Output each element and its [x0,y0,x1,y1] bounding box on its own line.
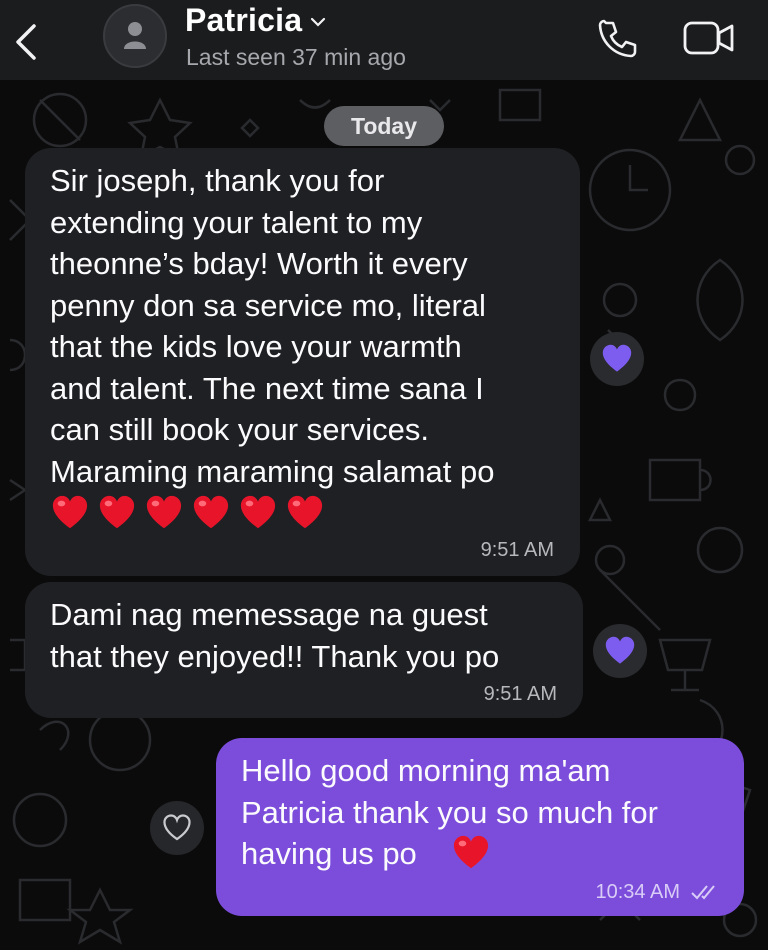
last-seen-status: Last seen 37 min ago [186,44,406,70]
message-reaction[interactable] [590,332,644,386]
message-text: Sir joseph, thank you for extending your… [50,163,495,489]
add-reaction-button[interactable] [150,801,204,855]
heart-emojis [51,494,324,532]
red-heart-icon [193,495,229,529]
double-check-icon [691,885,715,900]
back-arrow-icon[interactable] [10,22,46,62]
chevron-down-icon[interactable] [310,16,326,28]
red-heart-icon [453,835,489,869]
red-heart-icon [52,495,88,529]
contact-name[interactable]: Patricia [185,2,302,39]
outline-heart-icon [163,814,191,841]
contact-avatar[interactable] [103,4,167,68]
chat-header: Patricia Last seen 37 min ago [0,0,768,80]
message-bubble-outgoing[interactable]: Hello good morning ma'am Patricia thank … [216,738,744,916]
phone-icon[interactable] [596,18,638,60]
date-separator: Today [324,106,444,146]
message-time: 10:34 AM [595,881,680,903]
red-heart-icon [99,495,135,529]
red-heart-icon [287,495,323,529]
avatar-person-icon [124,22,146,49]
message-text: Hello good morning ma'am Patricia thank … [241,753,658,871]
message-reaction[interactable] [593,624,647,678]
purple-heart-icon [602,344,632,372]
message-bubble-incoming[interactable]: Sir joseph, thank you for extending your… [25,148,580,576]
red-heart-icon [146,495,182,529]
red-heart-icon [240,495,276,529]
message-text: Dami nag memessage na guest that they en… [50,597,500,674]
message-bubble-incoming[interactable]: Dami nag memessage na guest that they en… [25,582,583,718]
message-time: 9:51 AM [483,683,557,705]
purple-heart-icon [605,636,635,664]
video-camera-icon[interactable] [683,20,735,56]
message-time: 9:51 AM [480,539,554,561]
